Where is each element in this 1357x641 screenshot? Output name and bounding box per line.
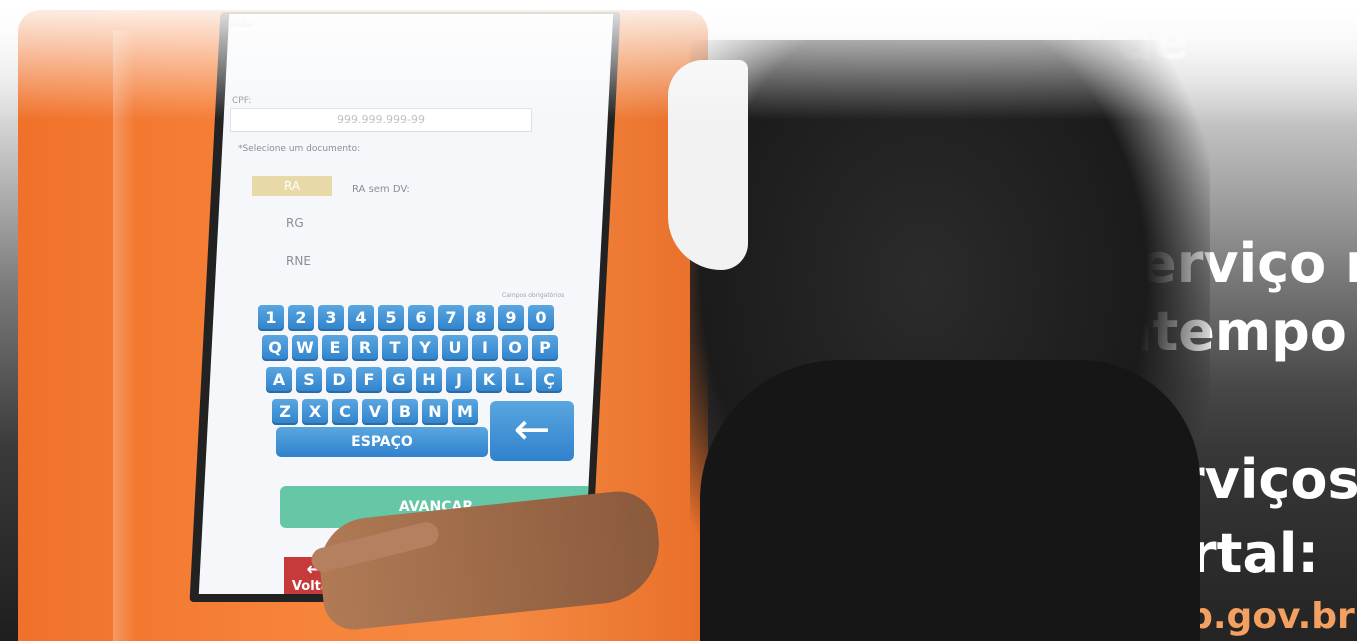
required-note: Campos obrigatórios (502, 292, 565, 299)
key[interactable]: O (502, 335, 528, 361)
key[interactable]: D (326, 367, 352, 393)
key[interactable]: J (446, 367, 472, 393)
key[interactable]: 5 (378, 305, 404, 331)
key[interactable]: W (292, 335, 318, 361)
key[interactable]: I (472, 335, 498, 361)
key[interactable]: Q (262, 335, 288, 361)
cpf-field[interactable]: 999.999.999-99 (230, 108, 532, 132)
key[interactable]: 2 (288, 305, 314, 331)
key[interactable]: G (386, 367, 412, 393)
left-arrow-icon: ← (513, 404, 551, 455)
space-key[interactable]: ESPAÇO (276, 427, 488, 457)
key[interactable]: 0 (528, 305, 554, 331)
key[interactable]: 8 (468, 305, 494, 331)
key[interactable]: P (532, 335, 558, 361)
key[interactable]: A (266, 367, 292, 393)
document-option-rg[interactable]: RG (286, 216, 304, 230)
key[interactable]: 9 (498, 305, 524, 331)
key[interactable]: Z (272, 399, 298, 425)
screen-header: Validar (224, 20, 255, 30)
key[interactable]: C (332, 399, 358, 425)
key[interactable]: 3 (318, 305, 344, 331)
key[interactable]: H (416, 367, 442, 393)
key[interactable]: R (352, 335, 378, 361)
key[interactable]: S (296, 367, 322, 393)
photo-scene: s de serviço n atempo rviços rtal: .sp.g… (0, 0, 1357, 641)
key[interactable]: Ç (536, 367, 562, 393)
key[interactable]: V (362, 399, 388, 425)
backspace-key[interactable]: ← (490, 401, 574, 461)
key[interactable]: Y (412, 335, 438, 361)
select-document-label: *Selecione um documento: (238, 144, 361, 154)
key[interactable]: B (392, 399, 418, 425)
key[interactable]: T (382, 335, 408, 361)
document-option-rne[interactable]: RNE (286, 254, 311, 268)
document-option-ra[interactable]: RA (252, 176, 332, 196)
key[interactable]: 1 (258, 305, 284, 331)
kiosk-edge (113, 30, 135, 641)
key[interactable]: L (506, 367, 532, 393)
key[interactable]: N (422, 399, 448, 425)
cpf-label: CPF: (232, 96, 252, 106)
ra-sem-dv-label: RA sem DV: (352, 184, 410, 195)
key[interactable]: U (442, 335, 468, 361)
person-shirt (700, 360, 1200, 641)
key[interactable]: 6 (408, 305, 434, 331)
key[interactable]: F (356, 367, 382, 393)
key[interactable]: K (476, 367, 502, 393)
key[interactable]: E (322, 335, 348, 361)
key[interactable]: 4 (348, 305, 374, 331)
face-mask (668, 60, 748, 270)
key[interactable]: M (452, 399, 478, 425)
key[interactable]: 7 (438, 305, 464, 331)
key[interactable]: X (302, 399, 328, 425)
